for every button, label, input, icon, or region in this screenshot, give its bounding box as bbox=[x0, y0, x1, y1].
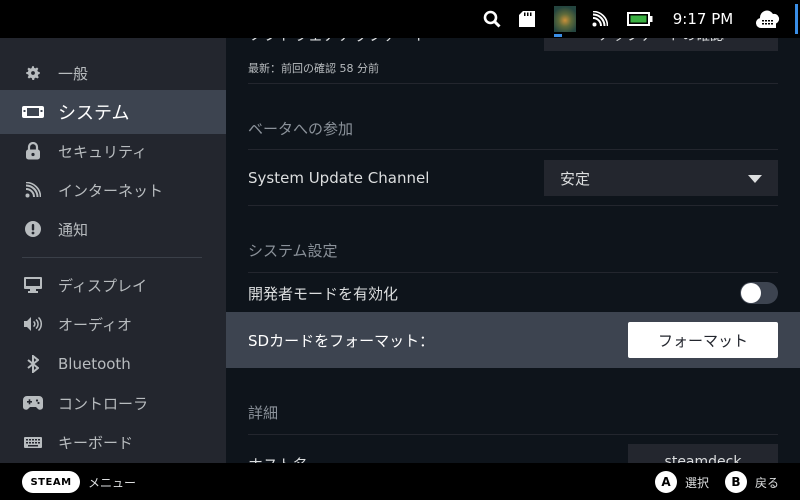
select-label: 選択 bbox=[685, 475, 710, 490]
sidebar-item-keyboard[interactable]: キーボード bbox=[0, 420, 226, 464]
sidebar-item-label: セキュリティ bbox=[58, 142, 148, 161]
dev-mode-toggle[interactable] bbox=[740, 282, 778, 304]
dev-mode-label: 開発者モードを有効化 bbox=[248, 284, 399, 303]
sidebar-item-label: システム bbox=[58, 103, 130, 124]
keyboard-icon bbox=[22, 431, 44, 453]
clock: 9:17 PM bbox=[672, 10, 734, 28]
menu-label: メニュー bbox=[88, 475, 137, 490]
sidebar-item-label: 通知 bbox=[58, 220, 89, 239]
settings-content: ソフトウェアアップデート アップデートの確認 最新：前回の確認 58 分前 ベー… bbox=[226, 0, 800, 500]
battery-icon bbox=[626, 0, 654, 38]
section-title-beta: ベータへの参加 bbox=[248, 120, 354, 138]
sd-card-icon bbox=[516, 0, 538, 38]
a-button-icon[interactable]: A bbox=[655, 471, 677, 493]
deck-icon bbox=[22, 101, 44, 123]
update-channel-label: System Update Channel bbox=[248, 169, 430, 187]
wifi-icon bbox=[22, 179, 44, 201]
sidebar-item-label: オーディオ bbox=[58, 315, 132, 334]
sidebar-item-label: キーボード bbox=[58, 433, 134, 452]
sidebar-item-bluetooth[interactable]: Bluetooth bbox=[0, 342, 226, 386]
footer-bar: STEAM メニュー A 選択 B 戻る bbox=[0, 463, 800, 500]
format-button[interactable]: フォーマット bbox=[628, 322, 778, 358]
gamepad-icon bbox=[22, 392, 44, 414]
search-icon[interactable] bbox=[480, 0, 504, 38]
update-channel-value: 安定 bbox=[560, 169, 591, 188]
sidebar-item-general[interactable]: 一般 bbox=[0, 51, 226, 95]
sidebar-item-security[interactable]: セキュリティ bbox=[0, 129, 226, 173]
sidebar-item-label: ディスプレイ bbox=[58, 276, 147, 295]
status-bar: 9:17 PM bbox=[0, 0, 800, 38]
divider bbox=[248, 205, 778, 206]
sidebar-item-internet[interactable]: インターネット bbox=[0, 168, 226, 212]
section-title-system: システム設定 bbox=[248, 242, 338, 260]
steam-deck-settings: 一般 システム セキュリティ インターネット 通知 ディスプレイ オーディオ B… bbox=[0, 0, 800, 500]
scroll-indicator bbox=[795, 4, 798, 34]
sidebar-item-label: コントローラ bbox=[58, 394, 149, 413]
divider bbox=[248, 272, 778, 273]
chevron-down-icon bbox=[748, 169, 762, 187]
sidebar-item-label: 一般 bbox=[58, 64, 89, 83]
sidebar-divider bbox=[22, 257, 202, 258]
sidebar-item-controller[interactable]: コントローラ bbox=[0, 381, 226, 425]
sidebar-item-label: Bluetooth bbox=[58, 355, 131, 373]
dev-mode-row: 開発者モードを有効化 bbox=[248, 282, 778, 304]
sidebar-item-system[interactable]: システム bbox=[0, 90, 226, 134]
keyboard-cloud-icon[interactable] bbox=[754, 0, 782, 38]
speaker-icon bbox=[22, 313, 44, 335]
divider bbox=[248, 83, 778, 84]
wifi-icon bbox=[590, 0, 610, 38]
b-button-icon[interactable]: B bbox=[725, 471, 747, 493]
toggle-knob bbox=[741, 283, 761, 303]
sidebar-item-display[interactable]: ディスプレイ bbox=[0, 263, 226, 307]
back-label: 戻る bbox=[755, 475, 780, 490]
bluetooth-icon bbox=[22, 353, 44, 375]
sidebar-item-label: インターネット bbox=[58, 181, 164, 200]
update-status-text: 最新：前回の確認 58 分前 bbox=[248, 62, 379, 75]
update-channel-dropdown[interactable]: 安定 bbox=[544, 160, 778, 196]
sidebar-item-audio[interactable]: オーディオ bbox=[0, 302, 226, 346]
alert-icon bbox=[22, 218, 44, 240]
sidebar-item-notifications[interactable]: 通知 bbox=[0, 207, 226, 251]
section-title-details: 詳細 bbox=[248, 404, 279, 422]
divider bbox=[248, 149, 778, 150]
divider bbox=[248, 434, 778, 435]
game-thumbnail-image bbox=[554, 6, 576, 37]
steam-button[interactable]: STEAM bbox=[22, 471, 80, 493]
gear-icon bbox=[22, 62, 44, 84]
game-thumbnail[interactable] bbox=[553, 0, 577, 38]
monitor-icon bbox=[22, 274, 44, 296]
format-sd-label: SDカードをフォーマット： bbox=[248, 331, 435, 350]
lock-icon bbox=[22, 140, 44, 162]
settings-sidebar: 一般 システム セキュリティ インターネット 通知 ディスプレイ オーディオ B… bbox=[0, 0, 226, 500]
